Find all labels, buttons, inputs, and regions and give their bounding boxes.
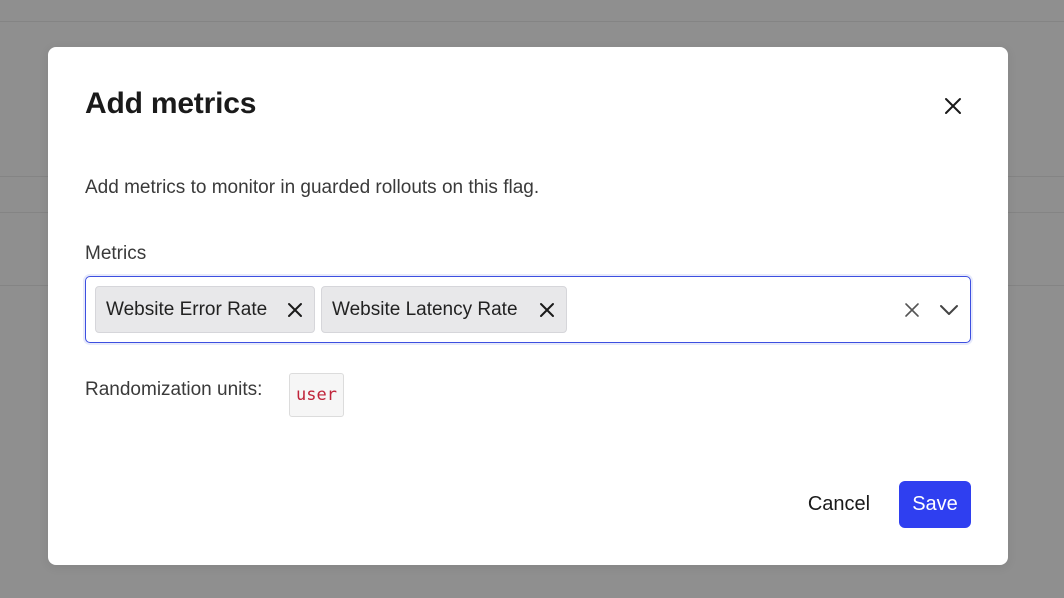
chevron-down-icon (940, 305, 958, 315)
metrics-multiselect[interactable]: Website Error Rate Website Latency Rate (85, 276, 971, 343)
close-dialog-button[interactable] (938, 91, 968, 121)
metric-chip-label: Website Latency Rate (332, 298, 518, 320)
metric-chip: Website Latency Rate (321, 286, 567, 333)
metric-chip-label: Website Error Rate (106, 298, 268, 320)
metric-chip: Website Error Rate (95, 286, 315, 333)
cancel-button[interactable]: Cancel (794, 481, 884, 528)
close-icon (540, 302, 554, 317)
randomization-units-label: Randomization units: (85, 379, 263, 400)
save-button[interactable]: Save (899, 481, 971, 528)
remove-metric-button[interactable] (534, 297, 560, 323)
clear-all-button[interactable] (899, 297, 925, 323)
randomization-unit-value: user (289, 373, 344, 417)
background-divider (0, 21, 1064, 22)
close-icon (945, 98, 961, 114)
close-icon (288, 302, 302, 317)
remove-metric-button[interactable] (282, 297, 308, 323)
add-metrics-dialog: Add metrics Add metrics to monitor in gu… (48, 47, 1008, 565)
dialog-title: Add metrics (85, 87, 257, 120)
clear-icon (905, 303, 919, 317)
dialog-description: Add metrics to monitor in guarded rollou… (85, 177, 540, 198)
metrics-label: Metrics (85, 243, 147, 264)
metrics-dropdown-toggle[interactable] (934, 295, 964, 325)
